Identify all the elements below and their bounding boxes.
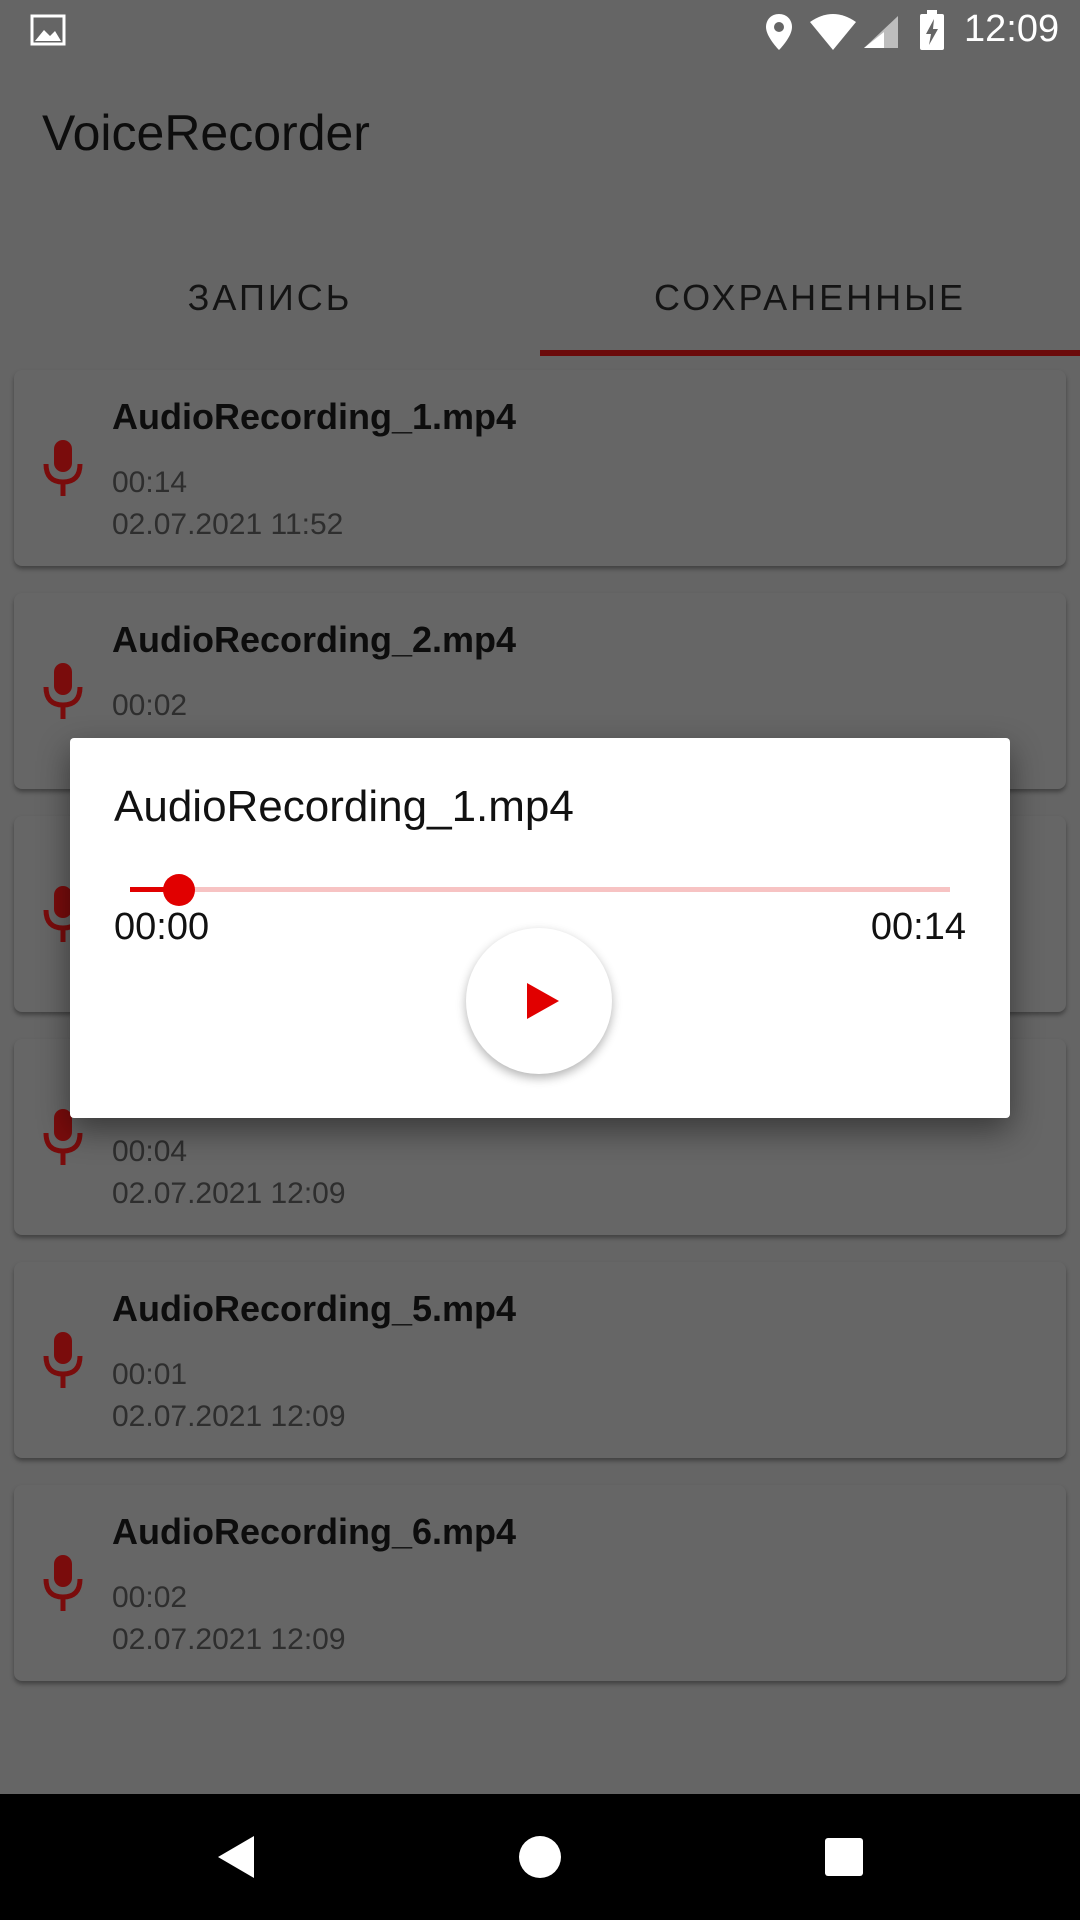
back-icon	[218, 1836, 254, 1878]
microphone-icon	[43, 440, 83, 496]
seek-thumb[interactable]	[163, 874, 195, 906]
back-button[interactable]	[176, 1794, 296, 1920]
recording-duration: 00:01	[112, 1358, 188, 1391]
player-dialog: AudioRecording_1.mp4 00:00 00:14	[70, 738, 1010, 1118]
total-time: 00:14	[870, 906, 966, 948]
recording-duration: 00:14	[112, 466, 188, 499]
status-clock: 12:09	[964, 8, 1060, 50]
recording-duration: 00:02	[112, 689, 188, 722]
recording-item-6[interactable]: AudioRecording_6.mp4 00:02 02.07.2021 12…	[14, 1485, 1066, 1681]
recording-item-1[interactable]: AudioRecording_1.mp4 00:14 02.07.2021 11…	[14, 370, 1066, 566]
microphone-icon	[43, 1555, 83, 1611]
play-icon	[527, 983, 559, 1019]
microphone-icon	[43, 1332, 83, 1388]
wifi-icon	[810, 14, 856, 50]
recording-date: 02.07.2021 12:09	[112, 1400, 346, 1433]
recording-duration: 00:02	[112, 1581, 188, 1614]
seek-track	[130, 887, 950, 892]
location-icon	[766, 14, 792, 50]
recording-date: 02.07.2021 12:09	[112, 1177, 346, 1210]
home-icon	[519, 1836, 561, 1878]
status-bar: 12:09	[0, 0, 1080, 63]
recording-duration: 00:04	[112, 1135, 188, 1168]
recording-name: AudioRecording_5.mp4	[112, 1288, 517, 1329]
seek-bar[interactable]	[130, 870, 950, 910]
home-button[interactable]	[480, 1794, 600, 1920]
tab-saved[interactable]: СОХРАНЕННЫЕ	[540, 240, 1080, 356]
microphone-icon	[43, 663, 83, 719]
recording-date: 02.07.2021 12:09	[112, 1623, 346, 1656]
recording-name: AudioRecording_1.mp4	[112, 396, 517, 437]
current-time: 00:00	[114, 906, 210, 948]
tab-indicator	[540, 350, 1080, 356]
gallery-icon	[30, 14, 66, 46]
recording-name: AudioRecording_6.mp4	[112, 1511, 517, 1552]
tab-bar: ЗАПИСЬ СОХРАНЕННЫЕ	[0, 240, 1080, 356]
dialog-title: AudioRecording_1.mp4	[114, 782, 574, 831]
recording-item-5[interactable]: AudioRecording_5.mp4 00:01 02.07.2021 12…	[14, 1262, 1066, 1458]
app-title: VoiceRecorder	[42, 105, 370, 161]
recording-date: 02.07.2021 11:52	[112, 508, 344, 541]
tab-record[interactable]: ЗАПИСЬ	[0, 240, 540, 356]
recents-icon	[825, 1838, 863, 1876]
play-button[interactable]	[466, 928, 612, 1074]
recents-button[interactable]	[784, 1794, 904, 1920]
cell-signal-icon	[864, 16, 898, 48]
battery-charging-icon	[920, 10, 944, 50]
system-nav-bar	[0, 1794, 1080, 1920]
recording-name: AudioRecording_2.mp4	[112, 619, 517, 660]
